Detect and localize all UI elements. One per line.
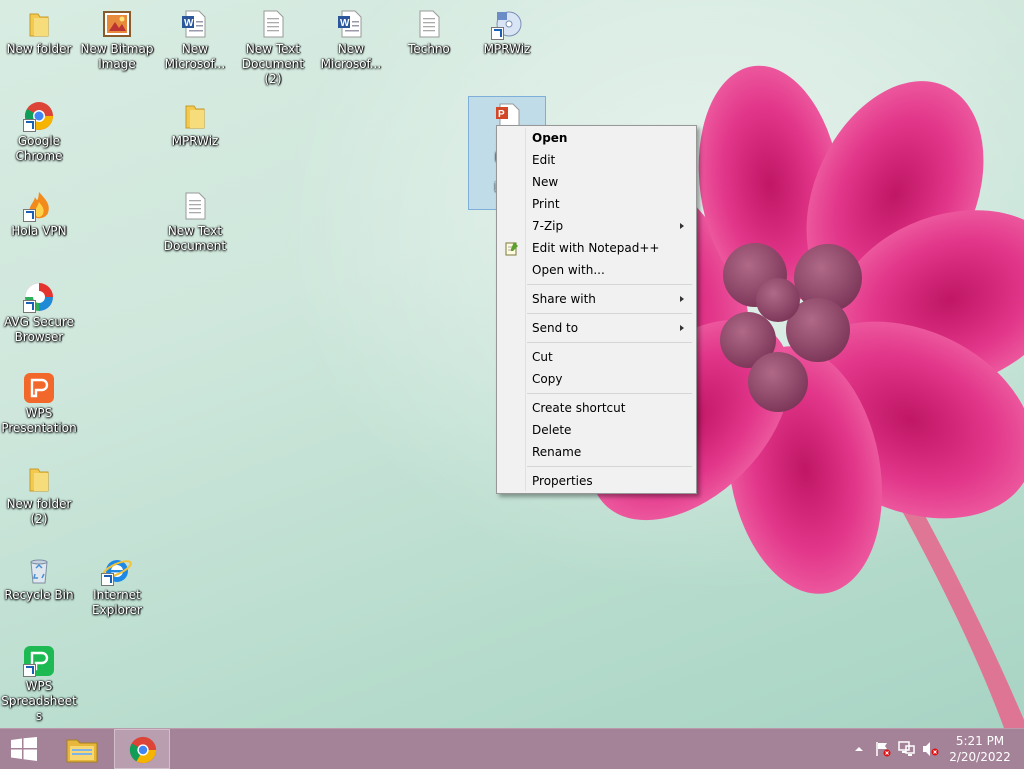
shortcut-arrow-icon (101, 573, 114, 586)
volume-muted-icon[interactable] (922, 741, 940, 757)
taskbar-clock[interactable]: 5:21 PM 2/20/2022 (944, 733, 1016, 765)
show-hidden-icons-chevron-up-icon[interactable] (850, 741, 868, 757)
word-document-icon: W (335, 8, 367, 40)
folder-icon (179, 100, 211, 132)
svg-text:P: P (498, 109, 505, 120)
menu-item-edit-with-notepad[interactable]: Edit with Notepad++ (499, 237, 694, 259)
shortcut-arrow-icon (23, 119, 36, 132)
internet-explorer-icon (101, 554, 133, 586)
taskbar-google-chrome[interactable] (114, 729, 170, 769)
desktop-icon-avg-secure-browser[interactable]: AVG Secure Browser (0, 277, 78, 345)
word-document-icon: W (179, 8, 211, 40)
menu-separator (527, 284, 692, 285)
hola-vpn-flame-icon (23, 190, 55, 222)
menu-separator (527, 393, 692, 394)
taskbar: 5:21 PM 2/20/2022 (0, 728, 1024, 769)
wps-spreadsheets-icon (23, 645, 55, 677)
bitmap-image-icon (101, 8, 133, 40)
desktop-icon-new-folder-2[interactable]: New folder (2) (0, 459, 78, 527)
menu-item-print[interactable]: Print (499, 193, 694, 215)
menu-item-new[interactable]: New (499, 171, 694, 193)
menu-item-7zip[interactable]: 7-Zip (499, 215, 694, 237)
windows-logo-icon (11, 737, 37, 761)
desktop-icon-wps-spreadsheets[interactable]: WPS Spreadsheets (0, 641, 78, 724)
submenu-arrow-icon (680, 296, 684, 302)
menu-item-cut[interactable]: Cut (499, 346, 694, 368)
text-document-icon (413, 8, 445, 40)
taskbar-file-explorer[interactable] (56, 729, 108, 769)
desktop-icon-google-chrome[interactable]: Google Chrome (0, 96, 78, 164)
desktop-icon-hola-vpn[interactable]: Hola VPN (0, 186, 78, 239)
notepad-plus-plus-icon (504, 240, 520, 256)
menu-item-delete[interactable]: Delete (499, 419, 694, 441)
desktop-icon-wps-presentation[interactable]: WPS Presentation (0, 368, 78, 436)
clock-time: 5:21 PM (955, 734, 1005, 748)
shortcut-arrow-icon (23, 300, 36, 313)
menu-separator (527, 313, 692, 314)
menu-item-rename[interactable]: Rename (499, 441, 694, 463)
context-menu: Open Edit New Print 7-Zip Edit with Note… (496, 125, 697, 494)
shortcut-arrow-icon (23, 664, 36, 677)
shortcut-arrow-icon (491, 27, 504, 40)
svg-text:W: W (340, 18, 350, 29)
menu-item-open-with[interactable]: Open with... (499, 259, 694, 281)
menu-item-send-to[interactable]: Send to (499, 317, 694, 339)
desktop-icon-new-text-document-2[interactable]: New Text Document (2) (234, 4, 312, 87)
menu-item-edit[interactable]: Edit (499, 149, 694, 171)
desktop-icon-new-microsoft-word-1[interactable]: W New Microsof... (156, 4, 234, 72)
menu-item-share-with[interactable]: Share with (499, 288, 694, 310)
menu-item-properties[interactable]: Properties (499, 470, 694, 492)
submenu-arrow-icon (680, 325, 684, 331)
network-icon[interactable] (898, 741, 916, 757)
text-document-icon (179, 190, 211, 222)
desktop-icon-techno[interactable]: Techno (390, 4, 468, 57)
menu-item-copy[interactable]: Copy (499, 368, 694, 390)
menu-item-create-shortcut[interactable]: Create shortcut (499, 397, 694, 419)
clock-date: 2/20/2022 (949, 750, 1011, 764)
disc-installer-icon (491, 8, 523, 40)
folder-icon (23, 463, 55, 495)
menu-separator (527, 342, 692, 343)
shortcut-arrow-icon (23, 209, 36, 222)
action-center-flag-icon[interactable] (874, 741, 892, 757)
chrome-icon (128, 735, 158, 765)
svg-text:W: W (184, 18, 194, 29)
text-document-icon (257, 8, 289, 40)
file-explorer-folder-icon (65, 734, 99, 764)
desktop-icon-recycle-bin[interactable]: Recycle Bin (0, 550, 78, 603)
desktop-icon-new-folder[interactable]: New folder (0, 4, 78, 57)
wps-presentation-icon (23, 372, 55, 404)
menu-separator (527, 466, 692, 467)
desktop-icon-new-text-document[interactable]: New Text Document (156, 186, 234, 254)
avg-browser-icon (23, 281, 55, 313)
desktop-icon-new-bitmap-image[interactable]: New Bitmap Image (78, 4, 156, 72)
recycle-bin-icon (23, 554, 55, 586)
desktop-icon-internet-explorer[interactable]: Internet Explorer (78, 550, 156, 618)
menu-item-open[interactable]: Open (499, 127, 694, 149)
desktop-icon-new-microsoft-word-2[interactable]: W New Microsof... (312, 4, 390, 72)
desktop[interactable]: New folder New Bitmap Image W New Micros… (0, 0, 1024, 728)
desktop-icon-mprwiz-folder[interactable]: MPRWiz (156, 96, 234, 149)
start-button[interactable] (0, 729, 48, 769)
folder-icon (23, 8, 55, 40)
submenu-arrow-icon (680, 223, 684, 229)
desktop-icon-mprwiz-shortcut[interactable]: MPRWiz (468, 4, 546, 57)
chrome-icon (23, 100, 55, 132)
